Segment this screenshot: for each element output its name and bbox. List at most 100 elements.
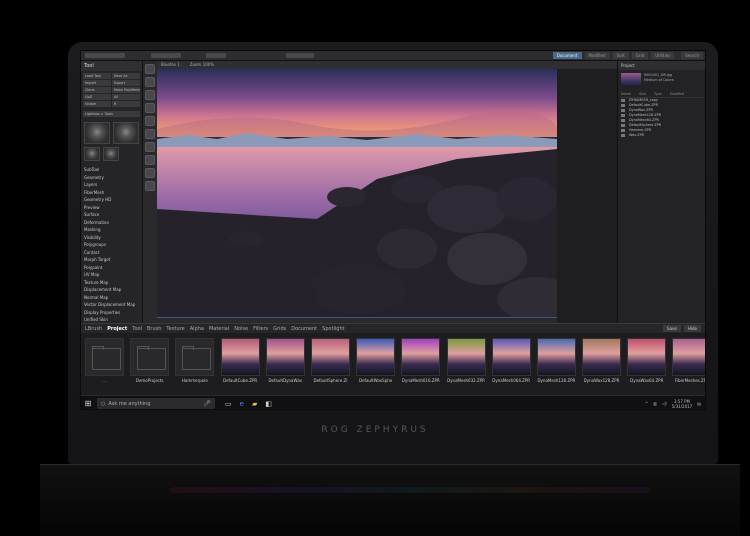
tool-menu-item[interactable]: Masking [84, 226, 139, 234]
menu-segment[interactable] [151, 53, 181, 58]
browser-tab[interactable]: Noise [234, 326, 248, 332]
shelf-button[interactable] [145, 103, 155, 113]
tool-thumbnail[interactable] [113, 122, 139, 144]
browser-tab[interactable]: LBrush [85, 326, 102, 332]
browser-tab[interactable]: Filters [253, 326, 268, 332]
menu-segment[interactable] [286, 53, 314, 58]
tool-menu-item[interactable]: Polypaint [84, 264, 139, 272]
goz-button[interactable]: GoZ [83, 94, 111, 100]
tool-menu-item[interactable]: Displacement Map [84, 286, 139, 294]
tool-thumbnail[interactable] [84, 122, 110, 144]
tool-thumbnail[interactable] [84, 147, 100, 161]
project-tile[interactable]: DynaMesh064.ZPR [491, 338, 531, 383]
column-header[interactable]: Modified [670, 92, 684, 96]
shelf-button[interactable] [145, 116, 155, 126]
folder-tile[interactable]: .. [85, 338, 124, 383]
column-header[interactable]: Name [621, 92, 631, 96]
top-tab[interactable]: Utilities [651, 52, 675, 59]
column-header[interactable]: Type [654, 92, 662, 96]
all-button[interactable]: All [112, 94, 140, 100]
shelf-button[interactable] [145, 155, 155, 165]
browser-tab[interactable]: Project [107, 326, 127, 332]
visible-button[interactable]: Visible [83, 101, 111, 107]
tool-menu-item[interactable]: SubTool [84, 166, 139, 174]
tool-menu-item[interactable]: Layers [84, 181, 139, 189]
tool-menu-item[interactable]: Surface [84, 211, 139, 219]
hide-button[interactable]: Hide [683, 325, 701, 332]
document-tab[interactable]: Bluefox 1 [161, 62, 180, 68]
top-search-label[interactable]: Search [681, 52, 703, 59]
tool-menu-item[interactable]: Texture Map [84, 279, 139, 287]
folder-tile[interactable]: DemoProjects [130, 338, 170, 383]
tool-menu-item[interactable]: Visibility [84, 234, 139, 242]
shelf-button[interactable] [145, 90, 155, 100]
tool-menu-item[interactable]: FiberMesh [84, 189, 139, 197]
shelf-button[interactable] [145, 77, 155, 87]
tool-menu-item[interactable]: Contact [84, 249, 139, 257]
microphone-icon[interactable]: 🎤︎ [203, 400, 211, 407]
tool-menu-item[interactable]: Display Properties [84, 309, 139, 317]
canvas-image[interactable] [157, 69, 557, 319]
browser-tab[interactable]: Brush [147, 326, 161, 332]
project-tile[interactable]: DefaultSphere.ZI [310, 338, 350, 383]
browser-tab[interactable]: Alpha [190, 326, 204, 332]
tool-menu-item[interactable]: Vector Displacement Map [84, 301, 139, 309]
tool-menu-item[interactable]: UV Map [84, 271, 139, 279]
shelf-button[interactable] [145, 129, 155, 139]
project-tile[interactable]: FiberMeshes.ZPR [672, 338, 705, 383]
top-tab[interactable]: Grid [631, 52, 649, 59]
browser-tab[interactable]: Document [291, 326, 317, 332]
file-explorer-icon[interactable]: ▰ [252, 400, 257, 408]
top-tab[interactable]: Modified [584, 52, 610, 59]
network-icon[interactable]: ▥ [653, 401, 657, 406]
project-tile[interactable]: DefaultDynaWax [265, 338, 305, 383]
browser-tab[interactable]: Grids [273, 326, 286, 332]
export-button[interactable]: Export [112, 80, 140, 86]
shelf-button[interactable] [145, 142, 155, 152]
chevron-up-icon[interactable]: ^ [645, 401, 648, 406]
column-header[interactable]: Size [639, 92, 646, 96]
shelf-button[interactable] [145, 64, 155, 74]
browser-tab[interactable]: Tool [132, 326, 142, 332]
project-tile[interactable]: DynaWax64.ZPR [627, 338, 667, 383]
project-tile[interactable]: DefaultCube.ZPR [220, 338, 260, 383]
browser-tab[interactable]: Texture [166, 326, 184, 332]
clone-button[interactable]: Clone [83, 87, 111, 93]
folder-tile[interactable]: Hammerpole [175, 338, 215, 383]
lightbox-tools-button[interactable]: Lightbox > Tools [83, 111, 140, 117]
clock[interactable]: 3:57 PM 5/31/2017 [672, 399, 693, 409]
tool-menu-item[interactable]: Normal Map [84, 294, 139, 302]
task-view-icon[interactable]: ▭ [225, 400, 232, 408]
project-tile[interactable]: DefaultWaxSphe [356, 338, 396, 383]
tool-menu-item[interactable]: Geometry HD [84, 196, 139, 204]
tool-menu-item[interactable]: Polygroups [84, 241, 139, 249]
import-button[interactable]: Import [83, 80, 111, 86]
volume-icon[interactable]: ◁) [662, 401, 667, 406]
file-row[interactable]: Wax.ZPR [621, 133, 704, 138]
tool-menu-item[interactable]: Preview [84, 204, 139, 212]
browser-tab[interactable]: Spotlight [322, 326, 344, 332]
tool-thumbnail[interactable] [103, 147, 119, 161]
load-tool-button[interactable]: Load Tool [83, 73, 111, 79]
make-polymesh-button[interactable]: Make PolyMesh3D [112, 87, 140, 93]
project-tile[interactable]: DynaMesh016.ZPR [401, 338, 441, 383]
project-tile[interactable]: DynaWax128.ZPR [582, 338, 622, 383]
project-tile[interactable]: DynaMesh032.ZPR [446, 338, 486, 383]
top-tab[interactable]: Sort [612, 52, 629, 59]
menu-segment[interactable] [206, 53, 226, 58]
action-center-icon[interactable]: ▤ [697, 401, 701, 406]
tool-menu-item[interactable]: Morph Target [84, 256, 139, 264]
shelf-button[interactable] [145, 168, 155, 178]
tool-menu-item[interactable]: Deformation [84, 219, 139, 227]
store-icon[interactable]: ◧ [265, 400, 272, 408]
shelf-button[interactable] [145, 181, 155, 191]
menu-segment[interactable] [85, 53, 125, 58]
top-tab[interactable]: Document [552, 52, 582, 59]
save-button[interactable]: Save [663, 325, 681, 332]
tool-menu-item[interactable]: Geometry [84, 174, 139, 182]
edge-icon[interactable]: e [240, 400, 244, 408]
r-button[interactable]: R [112, 101, 140, 107]
save-as-button[interactable]: Save As [112, 73, 140, 79]
windows-start-icon[interactable]: ⊞ [81, 397, 95, 410]
cortana-search[interactable]: ○ Ask me anything 🎤︎ [97, 397, 215, 409]
